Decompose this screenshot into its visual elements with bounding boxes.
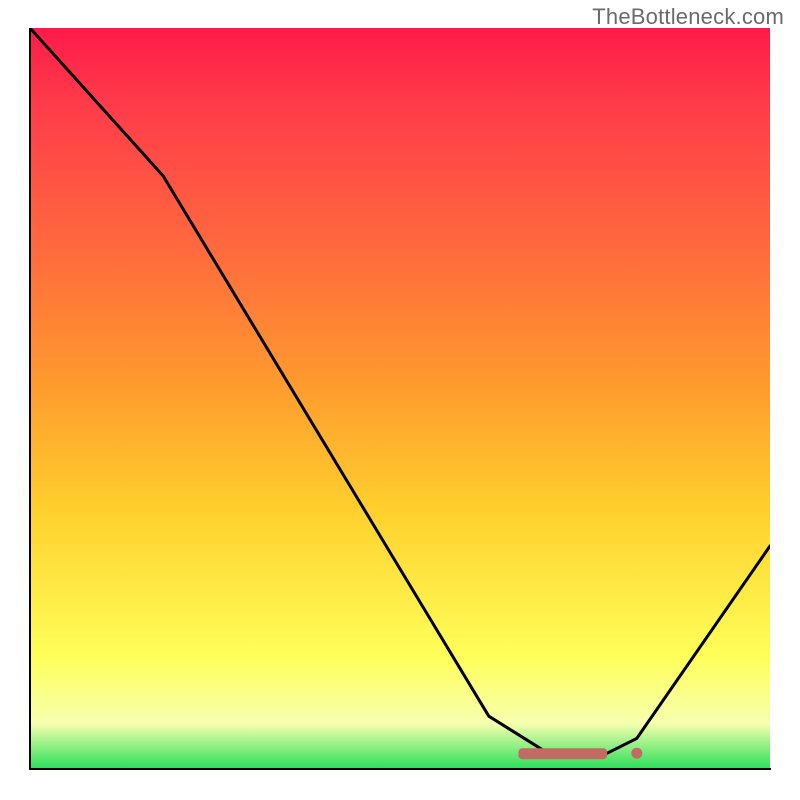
curve-layer [30, 28, 770, 768]
bottleneck-curve [30, 28, 770, 753]
x-axis-line [29, 768, 771, 770]
chart-root: TheBottleneck.com [0, 0, 800, 800]
y-axis-line [29, 28, 31, 770]
optimal-point-marker [631, 748, 642, 759]
chart-area [30, 28, 770, 768]
watermark-text: TheBottleneck.com [592, 4, 784, 30]
optimal-range-marker [518, 748, 607, 759]
